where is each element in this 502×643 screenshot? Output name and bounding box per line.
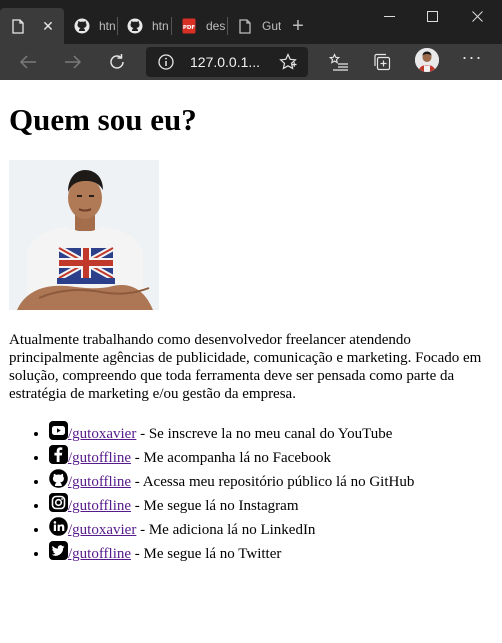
favorites-list-icon[interactable] <box>327 50 351 74</box>
instagram-icon <box>49 493 68 512</box>
minimize-icon[interactable] <box>372 4 406 28</box>
bio-paragraph: Atualmente trabalhando como desenvolvedo… <box>9 332 482 402</box>
new-tab-button[interactable]: + <box>287 16 309 38</box>
social-description: - Acessa meu repositório público lá no G… <box>131 474 415 490</box>
tab-active[interactable]: ✕ <box>0 8 64 44</box>
github-icon <box>74 18 90 34</box>
address-bar[interactable]: 127.0.0.1... <box>146 47 308 77</box>
social-link[interactable]: /gutoffline <box>68 498 131 514</box>
social-links-list: /gutoxavier - Se inscreve la no meu cana… <box>9 421 414 565</box>
tab-page[interactable]: Gut <box>227 8 283 44</box>
github-icon <box>127 18 143 34</box>
tab-pdf[interactable]: PDF des <box>171 8 227 44</box>
social-description: - Se inscreve la no meu canal do YouTube <box>136 426 393 442</box>
collections-icon[interactable] <box>370 50 394 74</box>
browser-chrome: ✕ htn htn PDF des Gut + 127.0.0.1... ··· <box>0 0 502 80</box>
maximize-icon[interactable] <box>415 4 449 28</box>
page-content: Quem sou eu? Atualmente trabalhando como <box>0 80 502 643</box>
tab-github-1[interactable]: htn <box>64 8 117 44</box>
address-url[interactable]: 127.0.0.1... <box>190 47 260 77</box>
social-description: - Me acompanha lá no Facebook <box>131 450 331 466</box>
more-options-icon[interactable]: ··· <box>460 48 484 70</box>
list-item: /gutoxavier - Me adiciona lá no LinkedIn <box>49 517 414 541</box>
social-link[interactable]: /gutoffline <box>68 450 131 466</box>
linkedin-icon <box>49 517 68 536</box>
tab-close-icon[interactable]: ✕ <box>40 18 56 34</box>
list-item: /gutoxavier - Se inscreve la no meu cana… <box>49 421 414 445</box>
social-description: - Me segue lá no Twitter <box>131 546 282 562</box>
tab-github-2[interactable]: htn <box>117 8 171 44</box>
social-link[interactable]: /gutoffline <box>68 474 131 490</box>
social-link[interactable]: /gutoxavier <box>68 522 136 538</box>
refresh-icon[interactable] <box>105 50 129 74</box>
window-close-icon[interactable] <box>460 4 494 28</box>
profile-avatar[interactable] <box>415 48 439 72</box>
page-icon <box>10 18 26 34</box>
social-link[interactable]: /gutoxavier <box>68 426 136 442</box>
svg-text:PDF: PDF <box>183 25 196 31</box>
back-icon[interactable] <box>16 50 40 74</box>
list-item: /gutoffline - Acessa meu repositório púb… <box>49 469 414 493</box>
youtube-icon <box>49 421 68 440</box>
list-item: /gutoffline - Me segue lá no Instagram <box>49 493 414 517</box>
tab-strip: ✕ htn htn PDF des Gut + <box>0 0 502 44</box>
social-description: - Me segue lá no Instagram <box>131 498 299 514</box>
profile-photo <box>9 160 159 310</box>
twitter-icon <box>49 541 68 560</box>
social-link[interactable]: /gutoffline <box>68 546 131 562</box>
list-item: /gutoffline - Me segue lá no Twitter <box>49 541 414 565</box>
favorite-star-icon[interactable] <box>279 53 297 71</box>
list-item: /gutoffline - Me acompanha lá no Faceboo… <box>49 445 414 469</box>
pdf-icon: PDF <box>181 18 197 34</box>
page-icon <box>237 18 253 34</box>
github-icon <box>49 469 68 488</box>
forward-icon[interactable] <box>61 50 85 74</box>
info-icon[interactable] <box>158 54 174 70</box>
social-description: - Me adiciona lá no LinkedIn <box>136 522 316 538</box>
facebook-icon <box>49 445 68 464</box>
page-title: Quem sou eu? <box>9 102 197 137</box>
